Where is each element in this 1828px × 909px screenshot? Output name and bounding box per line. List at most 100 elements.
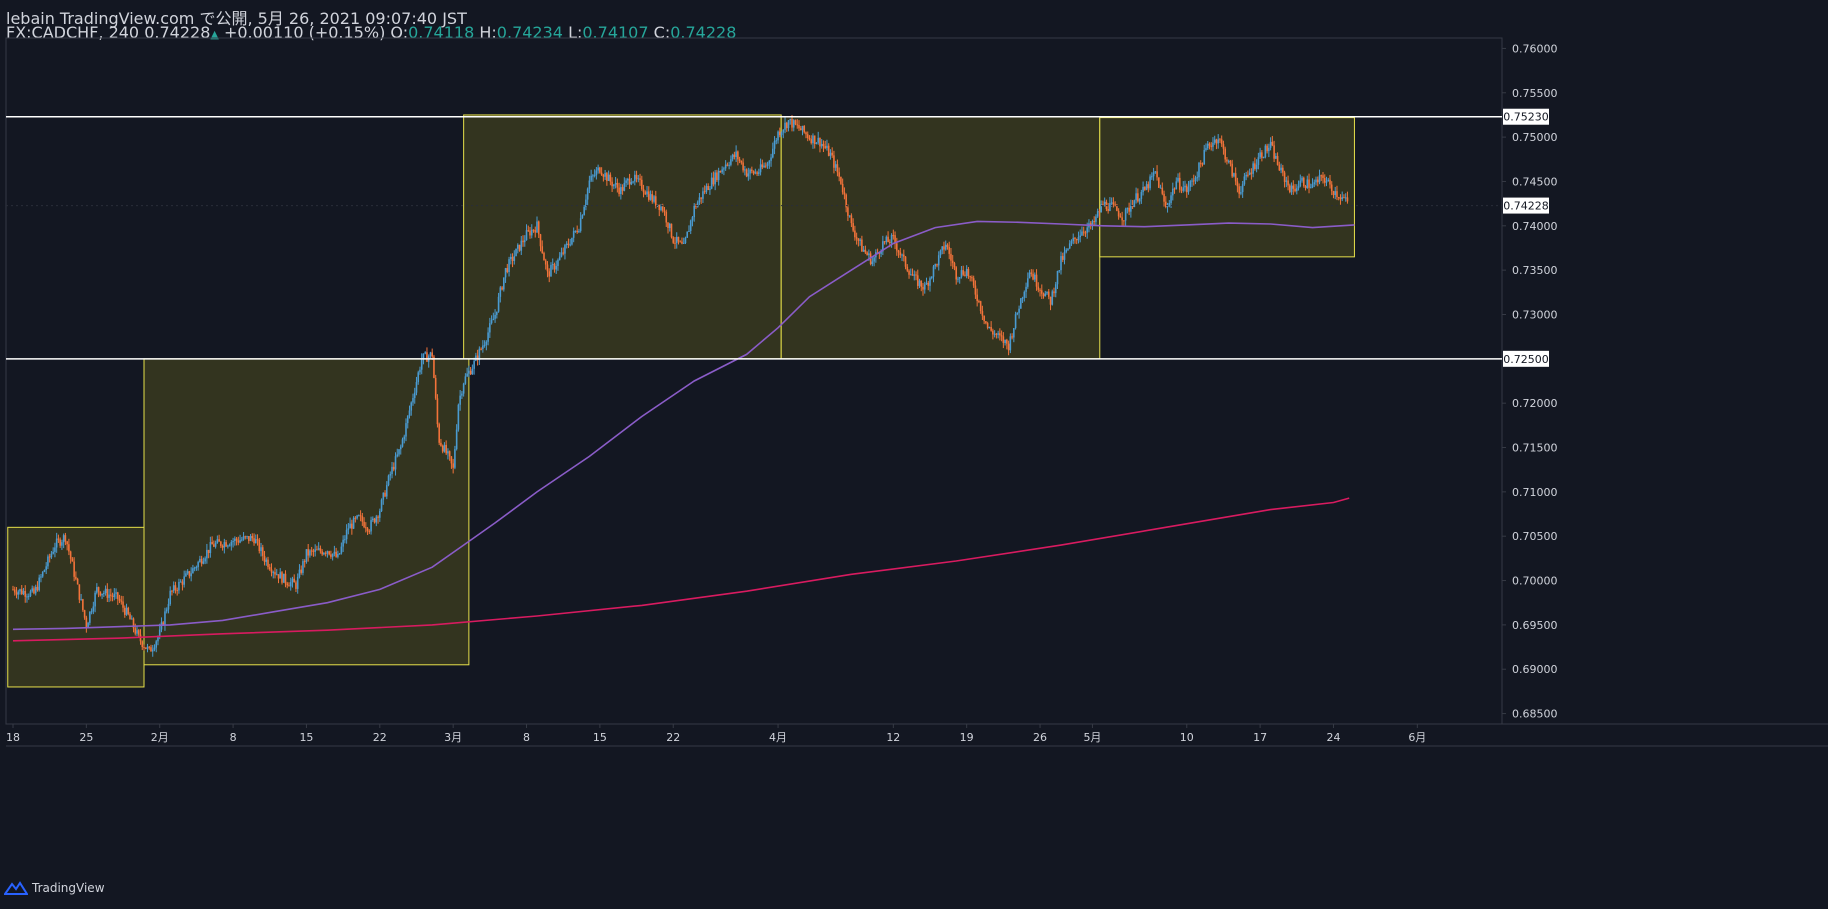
candle-body <box>1070 241 1073 244</box>
candle-body <box>992 330 994 335</box>
candle-body <box>730 159 732 165</box>
candle-body <box>1171 188 1174 196</box>
y-tick-label: 0.73000 <box>1512 308 1558 321</box>
candle-body <box>1086 227 1088 233</box>
candle-body <box>48 556 51 558</box>
candle-body <box>347 528 350 530</box>
candle-body <box>52 551 54 554</box>
candle-body <box>761 164 764 168</box>
candle-body <box>614 182 617 185</box>
candle-body <box>546 264 549 272</box>
candle-body <box>677 236 680 242</box>
candle-body <box>794 120 797 125</box>
candle-body <box>1145 184 1148 190</box>
candle-body <box>178 582 180 591</box>
candle-body <box>1320 175 1323 177</box>
candle-body <box>1346 197 1349 202</box>
candle-body <box>254 539 257 544</box>
y-tick-label: 0.75500 <box>1512 87 1558 100</box>
candle-body <box>941 246 944 251</box>
candle-body <box>1144 186 1146 190</box>
candle-body <box>1337 197 1340 199</box>
candle-body <box>434 377 437 399</box>
candle-body <box>492 318 495 321</box>
candle-body <box>62 535 65 543</box>
candle-body <box>263 555 266 562</box>
candle-body <box>758 172 760 174</box>
candle-body <box>324 552 327 554</box>
candle-body <box>457 404 460 430</box>
candle-body <box>668 223 671 229</box>
candle-body <box>796 124 799 126</box>
candle-body <box>148 646 151 648</box>
candle-body <box>829 152 832 156</box>
candle-body <box>1322 175 1324 179</box>
candle-body <box>1217 139 1219 144</box>
candle-body <box>1065 249 1068 253</box>
price-chart[interactable]: 0.75230 0.72500 0.74228 0.76000 0.75500 0.750… <box>0 0 1828 909</box>
candle-body <box>440 442 442 446</box>
x-tick-label: 25 <box>79 731 93 744</box>
x-tick-label: 8 <box>230 731 237 744</box>
candle-body <box>766 163 769 166</box>
candle-body <box>681 241 683 244</box>
candle-body <box>471 368 474 375</box>
candle-body <box>19 589 21 592</box>
candle-body <box>590 175 592 181</box>
candle-body <box>721 169 723 173</box>
candle-body <box>981 311 984 316</box>
candle-body <box>225 542 227 547</box>
candle-body <box>195 567 198 569</box>
candle-body <box>564 245 566 254</box>
candle-body <box>639 178 641 180</box>
candle-body <box>934 264 937 267</box>
candle-body <box>607 174 610 181</box>
candle-body <box>600 172 603 176</box>
candle-body <box>859 239 861 241</box>
candle-body <box>1044 293 1047 297</box>
candle-body <box>1147 184 1150 189</box>
candle-body <box>1252 163 1254 174</box>
candle-body <box>192 568 194 574</box>
candle-body <box>728 164 730 166</box>
candle-body <box>1060 256 1062 271</box>
candle-body <box>972 278 975 286</box>
candle-body <box>714 172 716 185</box>
candle-body <box>723 168 725 170</box>
candle-body <box>1241 184 1244 193</box>
candle-body <box>558 256 561 260</box>
candle-body <box>31 588 34 592</box>
x-tick-label: 12 <box>886 731 900 744</box>
candle-body <box>1238 186 1240 194</box>
candle-body <box>179 581 182 583</box>
candle-body <box>787 120 790 129</box>
candle-body <box>433 356 435 378</box>
y-tick-label: 0.69000 <box>1512 663 1558 676</box>
candle-body <box>284 573 287 584</box>
candle-body <box>146 646 149 649</box>
candle-body <box>588 180 591 189</box>
candle-body <box>1002 336 1005 343</box>
candle-body <box>1227 160 1230 162</box>
candle-body <box>193 567 196 569</box>
candle-body <box>61 542 63 546</box>
candle-body <box>1053 291 1055 294</box>
candle-body <box>200 558 203 564</box>
candle-body <box>54 547 56 552</box>
range-box-4 <box>1099 117 1355 258</box>
candle-body <box>24 590 27 597</box>
candle-body <box>1255 164 1258 170</box>
footer-brand[interactable]: TradingView <box>32 881 105 895</box>
candle-body <box>359 515 362 517</box>
candle-body <box>368 531 371 533</box>
candle-body <box>658 204 661 211</box>
candle-body <box>68 544 70 552</box>
candle-body <box>745 169 748 177</box>
candle-body <box>726 164 729 166</box>
candle-body <box>850 215 853 224</box>
candle-body <box>396 454 399 457</box>
candle-body <box>85 617 88 628</box>
candle-body <box>906 266 909 271</box>
candle-body <box>429 352 432 357</box>
candle-body <box>583 206 585 216</box>
